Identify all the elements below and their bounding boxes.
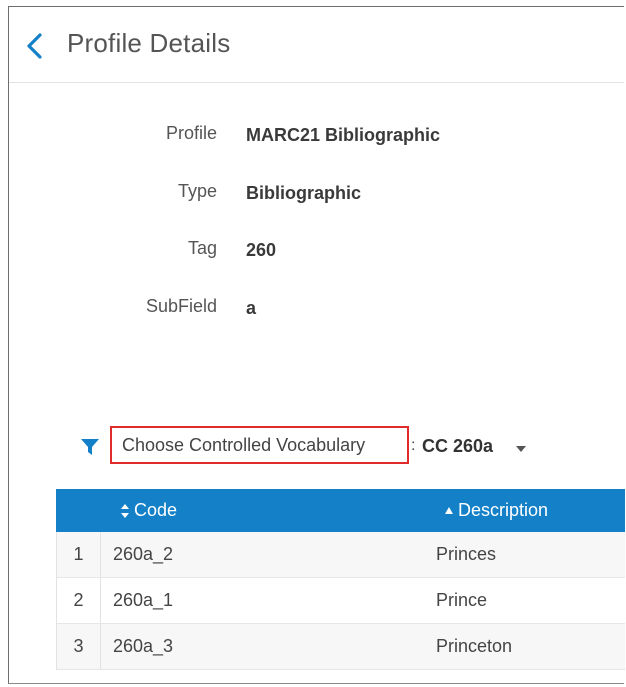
chevron-left-icon[interactable] — [24, 33, 46, 59]
detail-value: Bibliographic — [246, 183, 362, 203]
detail-row-tag: Tag 260 — [9, 238, 624, 262]
vocabulary-toolbar: Choose Controlled Vocabulary : CC 260a — [9, 425, 624, 465]
detail-label: Type — [177, 181, 217, 201]
detail-value: a — [246, 298, 257, 318]
table-header: Code Description — [56, 489, 625, 532]
detail-label: Profile — [165, 123, 217, 143]
detail-label: SubField — [145, 296, 217, 316]
vocabulary-separator: : — [411, 437, 416, 454]
detail-row-profile: Profile MARC21 Bibliographic — [9, 123, 624, 147]
sort-asc-icon — [445, 507, 453, 515]
caret-down-icon[interactable] — [516, 446, 526, 452]
column-header-label: Description — [458, 500, 549, 520]
vocabulary-label: Choose Controlled Vocabulary — [122, 435, 366, 455]
table-row[interactable]: 3 260a_3 Princeton — [57, 624, 625, 670]
cell-code: 260a_1 — [113, 590, 174, 610]
table-body: 1 260a_2 Princes 2 260a_1 Prince 3 260a_… — [56, 532, 625, 670]
sort-icon — [121, 504, 129, 519]
profile-details-panel: Profile Details Profile MARC21 Bibliogra… — [8, 6, 625, 684]
column-header-code[interactable]: Code — [120, 500, 177, 521]
vocabulary-table: Code Description 1 260a_2 Princes 2 260a… — [56, 489, 625, 670]
page-title: Profile Details — [67, 28, 231, 58]
detail-value: 260 — [246, 240, 277, 260]
column-header-label: Code — [134, 500, 178, 520]
cell-code: 260a_3 — [113, 636, 174, 656]
cell-description: Princes — [436, 544, 497, 564]
row-number: 1 — [57, 532, 101, 577]
detail-row-subfield: SubField a — [9, 296, 624, 320]
table-row[interactable]: 2 260a_1 Prince — [57, 578, 625, 624]
column-header-description[interactable]: Description — [444, 500, 548, 521]
cell-description: Princeton — [436, 636, 513, 656]
row-number: 3 — [57, 624, 101, 669]
detail-value: MARC21 Bibliographic — [246, 125, 441, 145]
page-header: Profile Details — [9, 7, 624, 83]
detail-label: Tag — [187, 238, 217, 258]
cell-description: Prince — [436, 590, 488, 610]
vocabulary-select[interactable]: CC 260a — [422, 436, 493, 457]
row-number: 2 — [57, 578, 101, 623]
cell-code: 260a_2 — [113, 544, 174, 564]
detail-row-type: Type Bibliographic — [9, 181, 624, 205]
table-row[interactable]: 1 260a_2 Princes — [57, 532, 625, 578]
filter-icon[interactable] — [80, 438, 100, 456]
